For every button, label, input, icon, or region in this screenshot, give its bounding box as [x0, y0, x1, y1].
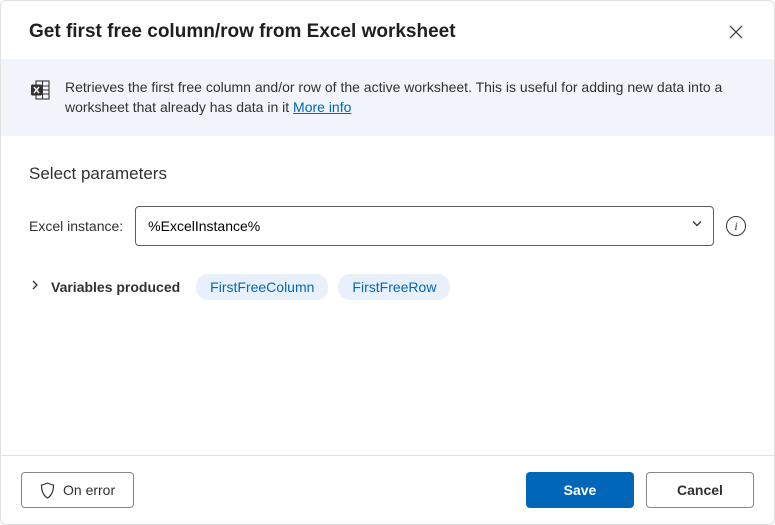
info-text-body: Retrieves the first free column and/or r… — [65, 79, 722, 115]
dialog-header: Get first free column/row from Excel wor… — [1, 1, 774, 59]
variables-produced-row: Variables produced FirstFreeColumn First… — [29, 274, 746, 300]
excel-instance-select-wrap: %ExcelInstance% — [135, 206, 714, 246]
chevron-right-icon[interactable] — [29, 278, 41, 296]
save-button[interactable]: Save — [526, 472, 634, 508]
cancel-button[interactable]: Cancel — [646, 472, 754, 508]
excel-instance-label: Excel instance: — [29, 218, 123, 234]
dialog-footer: On error Save Cancel — [1, 455, 774, 524]
variable-chip-first-free-row[interactable]: FirstFreeRow — [338, 274, 450, 300]
excel-icon — [29, 79, 51, 106]
shield-icon — [40, 482, 55, 499]
variables-produced-label[interactable]: Variables produced — [51, 279, 180, 295]
info-icon: i — [734, 220, 737, 232]
more-info-link[interactable]: More info — [293, 99, 351, 115]
field-info-button[interactable]: i — [726, 216, 746, 236]
variable-chip-first-free-column[interactable]: FirstFreeColumn — [196, 274, 328, 300]
dialog-body: Select parameters Excel instance: %Excel… — [1, 136, 774, 455]
footer-actions: Save Cancel — [526, 472, 754, 508]
on-error-label: On error — [63, 482, 115, 498]
section-title: Select parameters — [29, 164, 746, 184]
field-excel-instance: Excel instance: %ExcelInstance% i — [29, 206, 746, 246]
close-button[interactable] — [726, 22, 746, 42]
info-banner: Retrieves the first free column and/or r… — [1, 59, 774, 136]
excel-instance-select[interactable]: %ExcelInstance% — [135, 206, 714, 246]
info-description: Retrieves the first free column and/or r… — [65, 77, 746, 118]
close-icon — [729, 25, 743, 39]
dialog-title: Get first free column/row from Excel wor… — [29, 21, 456, 43]
on-error-button[interactable]: On error — [21, 472, 134, 508]
